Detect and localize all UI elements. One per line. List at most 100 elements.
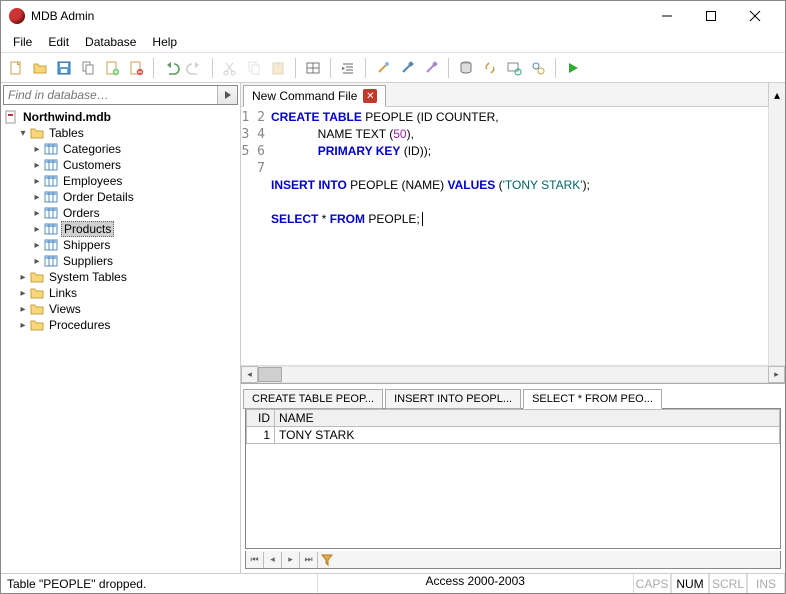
close-tab-icon[interactable]: ✕: [363, 89, 377, 103]
maximize-button[interactable]: [689, 2, 733, 30]
text-caret: [422, 212, 426, 226]
copy-icon[interactable]: [77, 57, 99, 79]
menu-edit[interactable]: Edit: [40, 33, 77, 51]
result-tab[interactable]: SELECT * FROM PEO...: [523, 389, 662, 409]
title-bar: MDB Admin: [1, 1, 785, 31]
tree-table-item[interactable]: ▸Suppliers: [3, 253, 238, 269]
redo-icon[interactable]: [184, 57, 206, 79]
table-row[interactable]: 1 TONY STARK: [247, 427, 780, 444]
toolbar: [1, 53, 785, 83]
result-grid[interactable]: ID NAME 1 TONY STARK: [245, 408, 781, 549]
tree-folder-views[interactable]: ▸ Views: [3, 301, 238, 317]
prev-record-icon[interactable]: ◂: [264, 552, 282, 568]
database-tree[interactable]: Northwind.mdb ▾ Tables ▸Categories▸Custo…: [1, 107, 240, 573]
tree-folder-procs[interactable]: ▸ Procedures: [3, 317, 238, 333]
editor-vscrollbar[interactable]: [768, 107, 785, 365]
eyedropper2-icon[interactable]: [420, 57, 442, 79]
editor-scroll-up-icon[interactable]: ▴: [768, 83, 785, 107]
tree-table-item[interactable]: ▸ Products: [3, 221, 238, 237]
copy2-icon[interactable]: [243, 57, 265, 79]
col-header[interactable]: ID: [247, 410, 275, 427]
gear-link-icon[interactable]: [527, 57, 549, 79]
paste-icon[interactable]: [267, 57, 289, 79]
editor-panel: New Command File ✕ ▴ 1 2 3 4 5 6 7 CREAT…: [241, 83, 785, 573]
new-file-icon[interactable]: [5, 57, 27, 79]
chevron-right-icon[interactable]: ▸: [31, 240, 43, 251]
chevron-right-icon[interactable]: ▸: [31, 176, 43, 187]
cell-name: TONY STARK: [275, 427, 780, 444]
chevron-right-icon[interactable]: ▸: [31, 160, 43, 171]
status-db-format: Access 2000-2003: [317, 574, 634, 593]
table-refresh-icon[interactable]: [503, 57, 525, 79]
chevron-right-icon[interactable]: ▸: [17, 272, 29, 283]
chevron-right-icon[interactable]: ▸: [31, 192, 43, 203]
status-caps: CAPS: [633, 574, 671, 593]
first-record-icon[interactable]: ⏮: [246, 552, 264, 568]
col-header[interactable]: NAME: [275, 410, 780, 427]
tree-table-label: Products: [61, 221, 114, 237]
status-ins: INS: [747, 574, 785, 593]
tree-table-item[interactable]: ▸Categories: [3, 141, 238, 157]
undo-icon[interactable]: [160, 57, 182, 79]
menu-help[interactable]: Help: [144, 33, 185, 51]
scroll-right-icon[interactable]: ▸: [768, 366, 785, 383]
folder-icon: [29, 286, 45, 300]
open-folder-icon[interactable]: [29, 57, 51, 79]
chevron-right-icon[interactable]: ▸: [31, 208, 43, 219]
close-button[interactable]: [733, 2, 777, 30]
database-file-icon: [3, 110, 19, 124]
chevron-down-icon[interactable]: ▾: [17, 128, 29, 139]
link-icon[interactable]: [479, 57, 501, 79]
tree-db-root[interactable]: Northwind.mdb: [3, 109, 238, 125]
chevron-right-icon[interactable]: ▸: [17, 304, 29, 315]
save-icon[interactable]: [53, 57, 75, 79]
next-record-icon[interactable]: ▸: [282, 552, 300, 568]
sql-editor[interactable]: 1 2 3 4 5 6 7 CREATE TABLE PEOPLE (ID CO…: [241, 107, 785, 365]
page-add-icon[interactable]: [101, 57, 123, 79]
chevron-right-icon[interactable]: ▸: [31, 224, 43, 235]
tree-table-label: Employees: [61, 174, 124, 188]
chevron-right-icon[interactable]: ▸: [31, 144, 43, 155]
search-input[interactable]: [4, 86, 217, 104]
menu-database[interactable]: Database: [77, 33, 144, 51]
cut-icon[interactable]: [219, 57, 241, 79]
sidebar: Northwind.mdb ▾ Tables ▸Categories▸Custo…: [1, 83, 241, 573]
tree-table-label: Customers: [61, 158, 123, 172]
tree-table-item[interactable]: ▸Shippers: [3, 237, 238, 253]
tree-table-item[interactable]: ▸ Customers: [3, 157, 238, 173]
tree-folder-tables[interactable]: ▾ Tables: [3, 125, 238, 141]
tree-table-item[interactable]: ▸ Employees: [3, 173, 238, 189]
table-icon: [43, 254, 59, 268]
tree-table-item[interactable]: ▸Orders: [3, 205, 238, 221]
tree-folder-systables[interactable]: ▸ System Tables: [3, 269, 238, 285]
result-tab[interactable]: CREATE TABLE PEOP...: [243, 389, 383, 409]
editor-tab[interactable]: New Command File ✕: [243, 85, 386, 107]
chevron-right-icon[interactable]: ▸: [17, 288, 29, 299]
db-icon[interactable]: [455, 57, 477, 79]
wand-icon[interactable]: [372, 57, 394, 79]
menu-file[interactable]: File: [5, 33, 40, 51]
chevron-right-icon[interactable]: ▸: [17, 320, 29, 331]
filter-icon[interactable]: [318, 552, 336, 568]
table-icon: [43, 142, 59, 156]
table-icon: [43, 174, 59, 188]
eyedropper-icon[interactable]: [396, 57, 418, 79]
page-remove-icon[interactable]: [125, 57, 147, 79]
table-icon: [43, 222, 59, 236]
grid-icon[interactable]: [302, 57, 324, 79]
code-area[interactable]: CREATE TABLE PEOPLE (ID COUNTER, NAME TE…: [271, 107, 768, 365]
indent-icon[interactable]: [337, 57, 359, 79]
scroll-left-icon[interactable]: ◂: [241, 366, 258, 383]
last-record-icon[interactable]: ⏭: [300, 552, 318, 568]
result-tab[interactable]: INSERT INTO PEOPL...: [385, 389, 521, 409]
table-icon: [43, 206, 59, 220]
chevron-right-icon[interactable]: ▸: [31, 256, 43, 267]
tree-table-item[interactable]: ▸Order Details: [3, 189, 238, 205]
scroll-thumb[interactable]: [258, 367, 282, 382]
cell-id: 1: [247, 427, 275, 444]
run-icon[interactable]: [562, 57, 584, 79]
search-go-icon[interactable]: [217, 86, 237, 104]
tree-folder-links[interactable]: ▸ Links: [3, 285, 238, 301]
editor-hscrollbar[interactable]: ◂ ▸: [241, 365, 785, 383]
minimize-button[interactable]: [645, 2, 689, 30]
